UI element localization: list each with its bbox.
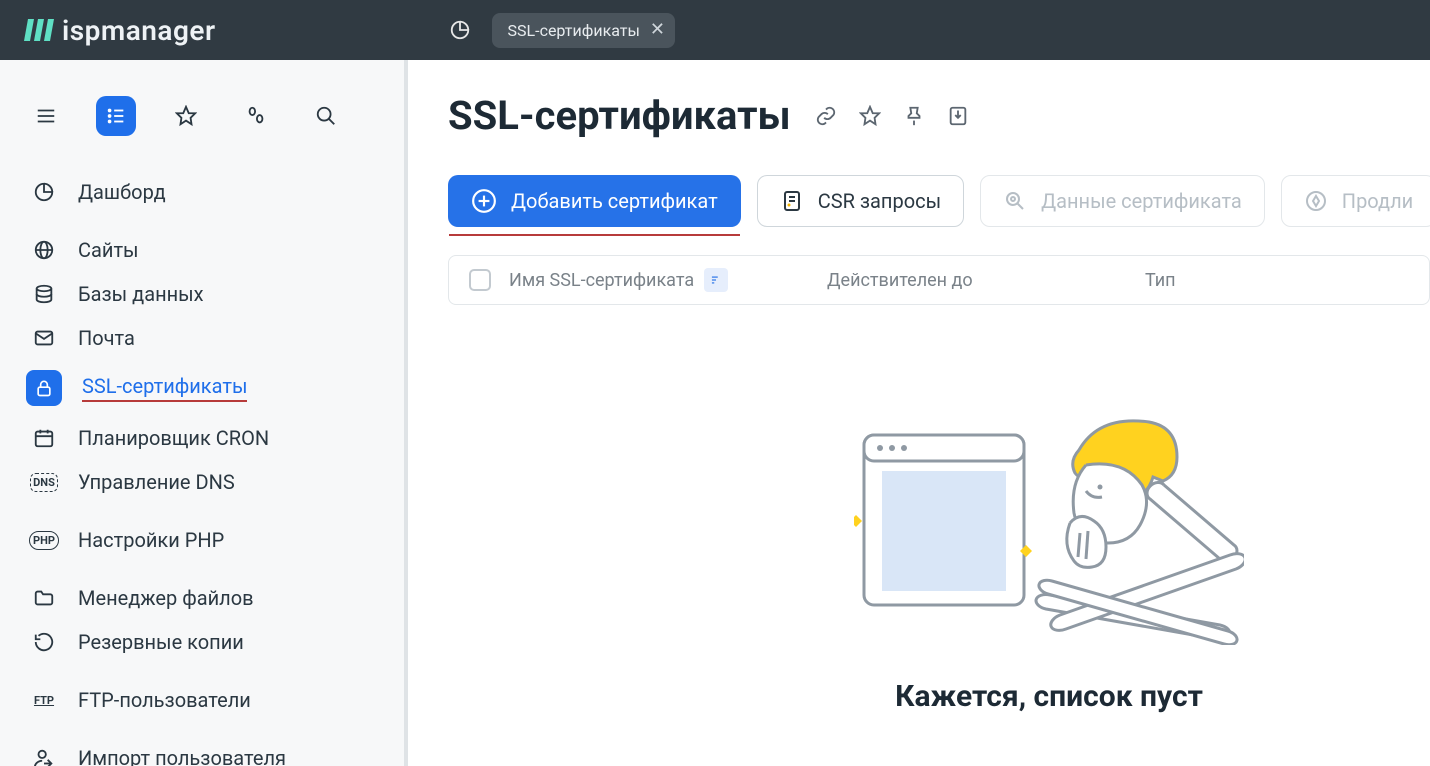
- sidebar-item-label: SSL-сертификаты: [82, 374, 247, 402]
- favorites-button[interactable]: [166, 96, 206, 136]
- table-header: Имя SSL-сертификата Действителен до Тип: [448, 255, 1430, 305]
- button-label: Добавить сертификат: [511, 189, 718, 213]
- search-button[interactable]: [306, 96, 346, 136]
- csr-requests-button[interactable]: CSR запросы: [757, 175, 964, 227]
- certificate-data-button: Данные сертификата: [980, 175, 1265, 227]
- sidebar-item-databases[interactable]: Базы данных: [18, 272, 386, 316]
- sidebar-item-label: Импорт пользователя: [78, 746, 286, 766]
- button-label: Продли: [1342, 189, 1413, 213]
- sidebar-item-label: Дашборд: [78, 180, 166, 204]
- copy-link-button[interactable]: [815, 105, 837, 127]
- app-logo: ispmanager: [24, 14, 216, 47]
- sidebar-item-label: Управление DNS: [78, 470, 235, 494]
- pin-button[interactable]: [903, 105, 925, 127]
- select-all-checkbox[interactable]: [469, 269, 491, 291]
- star-icon: [859, 105, 881, 127]
- globe-icon: [30, 239, 58, 261]
- sidebar-item-label: Планировщик CRON: [78, 426, 269, 450]
- hamburger-icon: [35, 105, 57, 127]
- sidebar-item-ftp[interactable]: FTP FTP-пользователи: [18, 678, 386, 722]
- sidebar-item-cron[interactable]: Планировщик CRON: [18, 416, 386, 460]
- sidebar-item-dashboard[interactable]: Дашборд: [18, 170, 386, 214]
- open-tab[interactable]: SSL-сертификаты ✕: [492, 13, 675, 48]
- sidebar-item-label: Сайты: [78, 238, 139, 262]
- mail-icon: [30, 327, 58, 349]
- brand-name: ispmanager: [62, 14, 216, 47]
- column-name[interactable]: Имя SSL-сертификата: [509, 270, 694, 291]
- sidebar-item-php[interactable]: PHP Настройки PHP: [18, 518, 386, 562]
- sidebar-item-label: Резервные копии: [78, 630, 244, 654]
- sidebar-item-files[interactable]: Менеджер файлов: [18, 576, 386, 620]
- download-icon: [947, 105, 969, 127]
- list-icon: [105, 105, 127, 127]
- sidebar-item-ssl[interactable]: SSL-сертификаты: [18, 360, 386, 416]
- search-icon: [315, 105, 337, 127]
- calendar-icon: [30, 427, 58, 449]
- dns-icon: DNS: [30, 473, 58, 492]
- compass-icon: [1304, 189, 1328, 213]
- empty-message: Кажется, список пуст: [895, 679, 1203, 714]
- steps-icon: [245, 105, 267, 127]
- sort-asc-icon[interactable]: [704, 268, 728, 292]
- sidebar-item-import-user[interactable]: Импорт пользователя: [18, 736, 386, 766]
- database-icon: [30, 283, 58, 305]
- empty-illustration: [854, 415, 1244, 645]
- ftp-icon: FTP: [30, 694, 58, 707]
- user-import-icon: [30, 747, 58, 766]
- pie-icon: [449, 19, 471, 41]
- button-label: CSR запросы: [818, 189, 941, 213]
- sidebar-item-mail[interactable]: Почта: [18, 316, 386, 360]
- link-icon: [815, 105, 837, 127]
- pin-icon: [903, 105, 925, 127]
- document-icon: [780, 189, 804, 213]
- prolong-button: Продли: [1281, 175, 1430, 227]
- sidebar-item-label: FTP-пользователи: [78, 688, 251, 712]
- sidebar-item-dns[interactable]: DNS Управление DNS: [18, 460, 386, 504]
- main-menu-button[interactable]: [96, 96, 136, 136]
- download-button[interactable]: [947, 105, 969, 127]
- sidebar-item-label: Настройки PHP: [78, 528, 224, 552]
- folder-icon: [30, 587, 58, 609]
- plus-circle-icon: [471, 188, 497, 214]
- page-title: SSL-сертификаты: [448, 92, 791, 139]
- empty-state: Кажется, список пуст: [448, 415, 1430, 714]
- button-label: Данные сертификата: [1041, 189, 1242, 213]
- dashboard-shortcut-button[interactable]: [440, 10, 480, 50]
- column-type[interactable]: Тип: [1145, 270, 1409, 291]
- modules-button[interactable]: [236, 96, 276, 136]
- logo-icon: [24, 15, 54, 45]
- lock-icon: [26, 370, 62, 406]
- sidebar-item-sites[interactable]: Сайты: [18, 228, 386, 272]
- sidebar-item-label: Базы данных: [78, 282, 204, 306]
- tab-label: SSL-сертификаты: [508, 21, 640, 40]
- pie-icon: [30, 181, 58, 203]
- sidebar-item-backups[interactable]: Резервные копии: [18, 620, 386, 664]
- favorite-button[interactable]: [859, 105, 881, 127]
- star-icon: [175, 105, 197, 127]
- sidebar-item-label: Менеджер файлов: [78, 586, 254, 610]
- menu-toggle-button[interactable]: [26, 96, 66, 136]
- restore-icon: [30, 631, 58, 653]
- php-icon: PHP: [30, 531, 58, 550]
- add-certificate-button[interactable]: Добавить сертификат: [448, 175, 741, 227]
- search-doc-icon: [1003, 189, 1027, 213]
- close-icon[interactable]: ✕: [650, 21, 665, 39]
- sidebar-item-label: Почта: [78, 326, 135, 350]
- column-valid-until[interactable]: Действителен до: [827, 270, 1127, 291]
